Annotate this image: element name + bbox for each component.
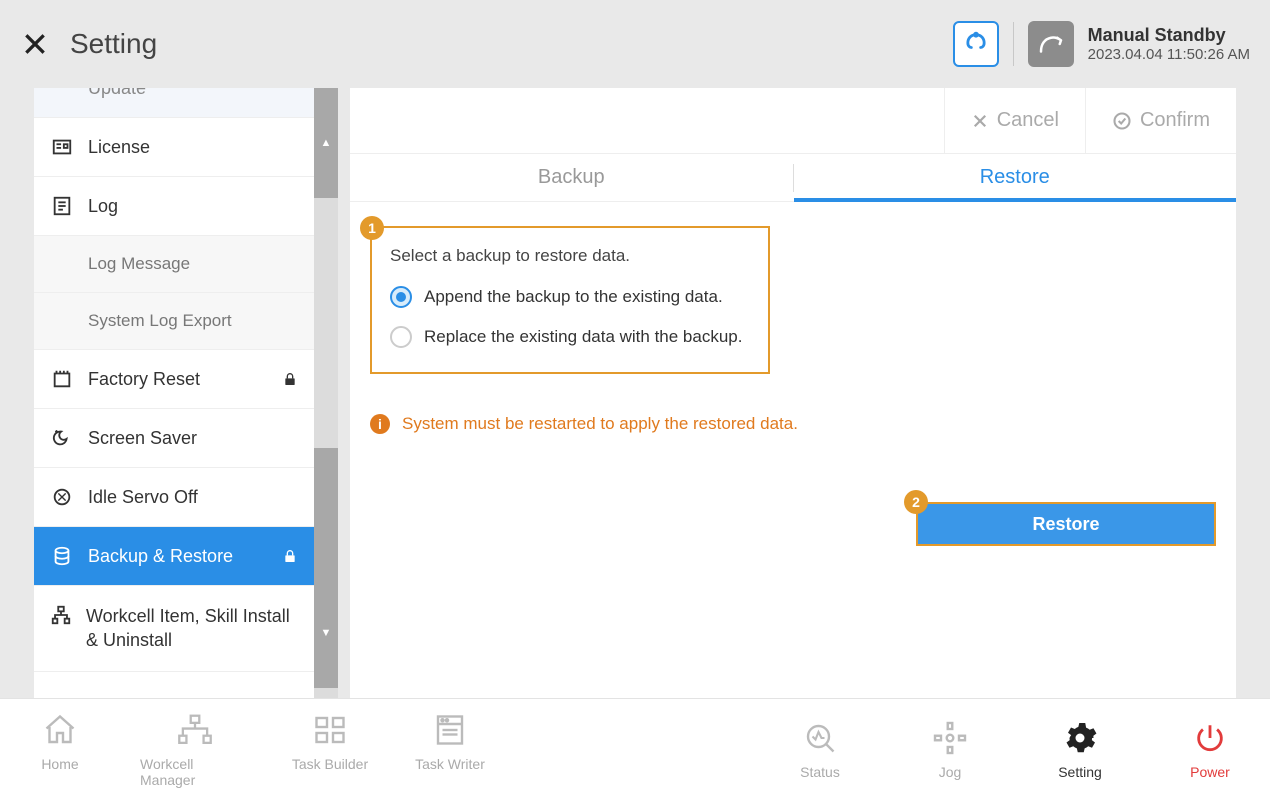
- nav-right-group: Status Jog Setting Power: [780, 718, 1250, 780]
- log-icon: [50, 195, 74, 217]
- backup-restore-icon: [50, 545, 74, 567]
- sidebar-item-workcell-install[interactable]: Workcell Item, Skill Install & Uninstall: [34, 586, 314, 672]
- restore-panel: 1 Select a backup to restore data. Appen…: [350, 202, 1236, 458]
- workcell-manager-icon: [175, 710, 215, 750]
- header-right: Manual Standby 2023.04.04 11:50:26 AM: [953, 21, 1250, 67]
- radio-append[interactable]: Append the backup to the existing data.: [390, 286, 750, 308]
- callout-badge-2: 2: [904, 490, 928, 514]
- screen-saver-icon: [50, 427, 74, 449]
- jog-icon: [932, 718, 968, 758]
- home-icon: [42, 710, 78, 750]
- status-text: Manual Standby 2023.04.04 11:50:26 AM: [1088, 25, 1250, 63]
- robot-mode-icon[interactable]: [953, 21, 999, 67]
- nav-status[interactable]: Status: [780, 718, 860, 780]
- tabs: Backup Restore: [350, 154, 1236, 202]
- radio-replace[interactable]: Replace the existing data with the backu…: [390, 326, 750, 348]
- lock-icon: [282, 371, 298, 387]
- restore-instructions: Select a backup to restore data.: [390, 246, 750, 266]
- tab-restore[interactable]: Restore: [794, 154, 1237, 201]
- nav-task-writer[interactable]: Task Writer: [410, 710, 490, 788]
- nav-workcell-manager[interactable]: Workcell Manager: [140, 710, 250, 788]
- nav-left-group: Home Workcell Manager Task Builder Task …: [20, 710, 490, 788]
- content: Cancel Confirm Backup Restore 1 Select a…: [350, 88, 1236, 698]
- status-title: Manual Standby: [1088, 25, 1250, 46]
- sidebar-scrollbar[interactable]: ▲ ▼: [314, 88, 338, 698]
- callout-badge-1: 1: [360, 216, 384, 240]
- nav-jog[interactable]: Jog: [910, 718, 990, 780]
- sidebar-item-update[interactable]: Update: [34, 88, 314, 118]
- radio-icon: [390, 286, 412, 308]
- task-writer-icon: [432, 710, 468, 750]
- info-icon: i: [370, 414, 390, 434]
- check-circle-icon: [1112, 111, 1132, 131]
- nav-setting[interactable]: Setting: [1040, 718, 1120, 780]
- radio-icon: [390, 326, 412, 348]
- header: Setting Manual Standby 2023.04.04 11:50:…: [0, 0, 1270, 88]
- sidebar-item-factory-reset[interactable]: Factory Reset: [34, 350, 314, 409]
- factory-reset-icon: [50, 368, 74, 390]
- content-wrap: Cancel Confirm Backup Restore 1 Select a…: [340, 88, 1270, 698]
- scroll-thumb-lower[interactable]: ▼: [314, 448, 338, 688]
- task-builder-icon: [312, 710, 348, 750]
- scroll-thumb-upper[interactable]: ▲: [314, 88, 338, 198]
- sidebar-item-log[interactable]: Log: [34, 177, 314, 236]
- restore-button[interactable]: 2 Restore: [916, 502, 1216, 546]
- divider: [1013, 22, 1014, 66]
- sidebar-item-license[interactable]: License: [34, 118, 314, 177]
- status-time: 2023.04.04 11:50:26 AM: [1088, 46, 1250, 63]
- restore-button-wrap: 2 Restore: [916, 502, 1216, 546]
- sidebar-item-system-log-export[interactable]: System Log Export: [34, 293, 314, 350]
- sidebar-item-backup-restore[interactable]: Backup & Restore: [34, 527, 314, 586]
- nav-power[interactable]: Power: [1170, 718, 1250, 780]
- sidebar-item-idle-servo-off[interactable]: Idle Servo Off: [34, 468, 314, 527]
- bottom-nav: Home Workcell Manager Task Builder Task …: [0, 698, 1270, 798]
- power-icon: [1193, 718, 1227, 758]
- nav-home[interactable]: Home: [20, 710, 100, 788]
- close-icon[interactable]: [20, 29, 50, 59]
- cancel-button[interactable]: Cancel: [944, 88, 1085, 153]
- sidebar: Update License Log Log Message System Lo…: [34, 88, 314, 698]
- scroll-down-arrow-icon: ▼: [314, 622, 338, 644]
- manual-mode-icon[interactable]: [1028, 21, 1074, 67]
- sidebar-wrap: Update License Log Log Message System Lo…: [0, 88, 340, 698]
- action-bar: Cancel Confirm: [350, 88, 1236, 154]
- tab-backup[interactable]: Backup: [350, 154, 793, 201]
- idle-servo-icon: [50, 486, 74, 508]
- restore-options-callout: 1 Select a backup to restore data. Appen…: [370, 226, 770, 374]
- sidebar-item-screen-saver[interactable]: Screen Saver: [34, 409, 314, 468]
- page-title: Setting: [70, 28, 157, 60]
- gear-icon: [1062, 718, 1098, 758]
- scroll-up-arrow-icon: ▲: [314, 132, 338, 154]
- license-icon: [50, 136, 74, 158]
- lock-icon: [282, 548, 298, 564]
- main: Update License Log Log Message System Lo…: [0, 88, 1270, 698]
- nav-task-builder[interactable]: Task Builder: [290, 710, 370, 788]
- workcell-install-icon: [50, 604, 72, 626]
- sidebar-item-log-message[interactable]: Log Message: [34, 236, 314, 293]
- close-icon: [971, 112, 989, 130]
- status-icon: [802, 718, 838, 758]
- confirm-button[interactable]: Confirm: [1085, 88, 1236, 153]
- restart-info: i System must be restarted to apply the …: [370, 414, 1216, 434]
